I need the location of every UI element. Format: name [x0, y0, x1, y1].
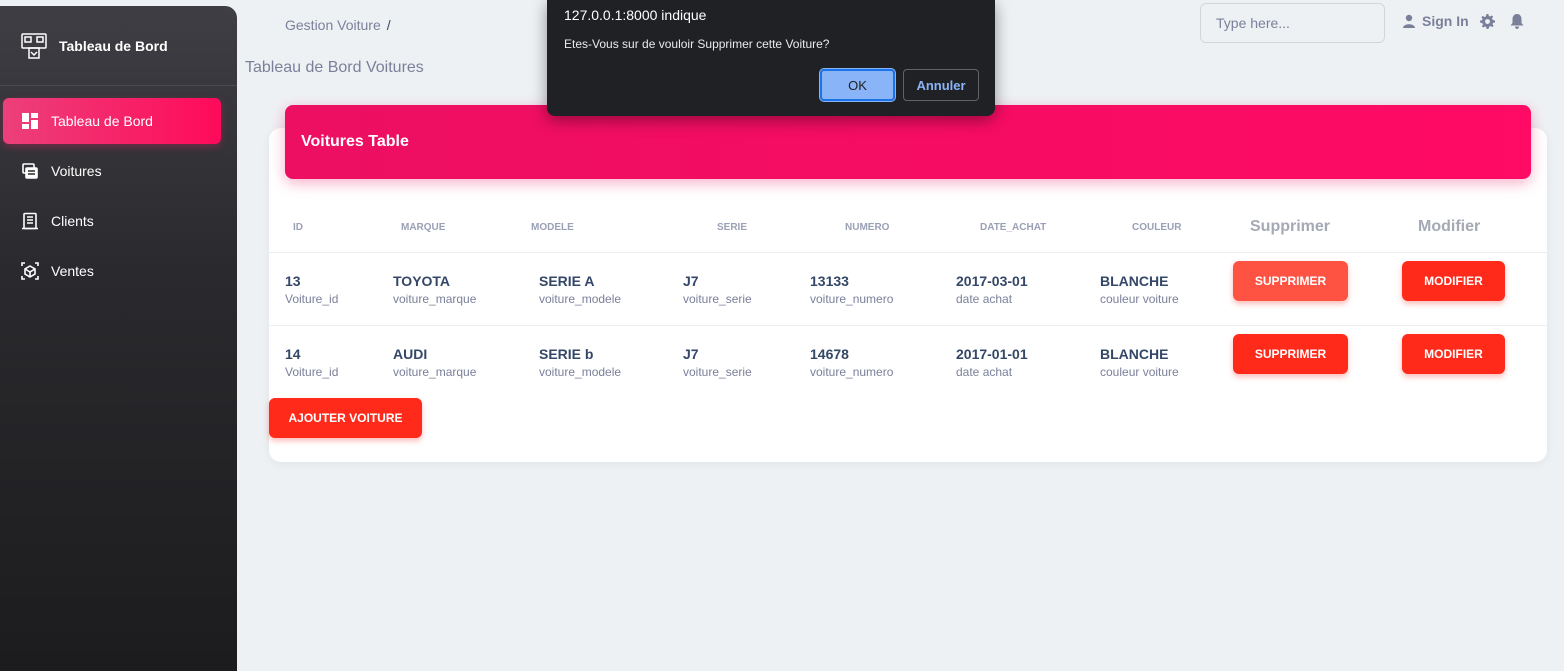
- edit-button[interactable]: MODIFIER: [1402, 334, 1505, 374]
- sidebar-item-label: Clients: [51, 213, 94, 229]
- dialog-message: Etes-Vous sur de vouloir Supprimer cette…: [564, 37, 830, 51]
- breadcrumb-item[interactable]: Gestion Voiture: [285, 17, 381, 33]
- dashboard-icon: [21, 112, 39, 130]
- column-header-modifier: Modifier: [1418, 218, 1481, 235]
- delete-button[interactable]: SUPPRIMER: [1233, 334, 1348, 374]
- table-cell-marque: TOYOTA voiture_marque: [393, 273, 477, 306]
- user-icon: [1403, 14, 1415, 28]
- column-header-couleur: COULEUR: [1132, 222, 1182, 233]
- add-car-button[interactable]: AJOUTER VOITURE: [269, 398, 422, 438]
- table-cell-modele: SERIE Avoiture_modele: [539, 273, 622, 306]
- table-cell-numero: 14678 voiture_numero: [810, 346, 894, 379]
- sidebar-brand[interactable]: Tableau de Bord: [0, 6, 237, 86]
- sidebar-nav: Tableau de Bord Voitures Clients Ventes: [0, 86, 237, 294]
- breadcrumb-separator: /: [386, 17, 391, 33]
- dashboard-logo-icon: [21, 32, 47, 59]
- dialog-title: 127.0.0.1:8000 indique: [564, 7, 707, 23]
- gear-icon[interactable]: [1480, 14, 1495, 29]
- sidebar-item-clients[interactable]: Clients: [3, 198, 221, 244]
- column-header-marque: MARQUE: [401, 222, 446, 233]
- table-cell-couleur: BLANCHE couleur voiture: [1100, 346, 1179, 379]
- table-cell-date-achat: 2017-01-01 date achat: [956, 346, 1028, 379]
- table-cell-id: 14 Voiture_id: [285, 346, 339, 379]
- bell-icon[interactable]: [1510, 14, 1524, 29]
- edit-button[interactable]: MODIFIER: [1402, 261, 1505, 301]
- table-cell-date-achat: 2017-03-01 date achat: [956, 273, 1028, 306]
- table-cell-serie: J7 voiture_serie: [683, 273, 752, 306]
- card-title: Voitures Table: [285, 105, 1531, 179]
- sign-in-link[interactable]: Sign In: [1402, 13, 1469, 29]
- confirm-dialog: 127.0.0.1:8000 indique Etes-Vous sur de …: [547, 0, 995, 116]
- table-cell-marque: AUDI voiture_marque: [393, 346, 477, 379]
- column-header-supprimer: Supprimer: [1250, 218, 1331, 235]
- table-cell-serie: J7 voiture_serie: [683, 346, 752, 379]
- sign-in-label: Sign In: [1422, 13, 1469, 29]
- column-header-serie: SERIE: [717, 222, 748, 233]
- sidebar-item-label: Ventes: [51, 263, 94, 279]
- row-divider: [269, 252, 1547, 253]
- sidebar-item-tableau-de-bord[interactable]: Tableau de Bord: [3, 98, 221, 144]
- breadcrumb: Gestion Voiture /: [285, 17, 391, 33]
- brand-title: Tableau de Bord: [59, 37, 168, 54]
- clients-icon: [21, 212, 39, 230]
- car-icon: [21, 162, 39, 180]
- column-header-modele: MODELE: [531, 222, 574, 233]
- dialog-ok-button[interactable]: OK: [819, 68, 896, 102]
- table-cell-modele: SERIE b voiture_modele: [539, 346, 622, 379]
- sidebar-item-voitures[interactable]: Voitures: [3, 148, 221, 194]
- table-cell-id: 13 Voiture_id: [285, 273, 339, 306]
- sidebar-item-label: Voitures: [51, 163, 102, 179]
- delete-button[interactable]: SUPPRIMER: [1233, 261, 1348, 301]
- sidebar: Tableau de Bord Tableau de Bord Voitures…: [0, 6, 237, 671]
- sidebar-item-ventes[interactable]: Ventes: [3, 248, 221, 294]
- column-header-id: ID: [293, 222, 303, 233]
- sales-icon: [21, 262, 39, 280]
- table-cell-couleur: BLANCHE couleur voiture: [1100, 273, 1179, 306]
- table-cell-numero: 13133 voiture_numero: [810, 273, 894, 306]
- row-divider: [269, 325, 1547, 326]
- search-input[interactable]: [1200, 3, 1385, 43]
- column-header-numero: NUMERO: [845, 222, 890, 233]
- page-title: Tableau de Bord Voitures: [245, 59, 424, 76]
- dialog-cancel-button[interactable]: Annuler: [903, 69, 979, 101]
- column-header-date-achat: DATE_ACHAT: [980, 222, 1047, 233]
- sidebar-item-label: Tableau de Bord: [51, 113, 153, 129]
